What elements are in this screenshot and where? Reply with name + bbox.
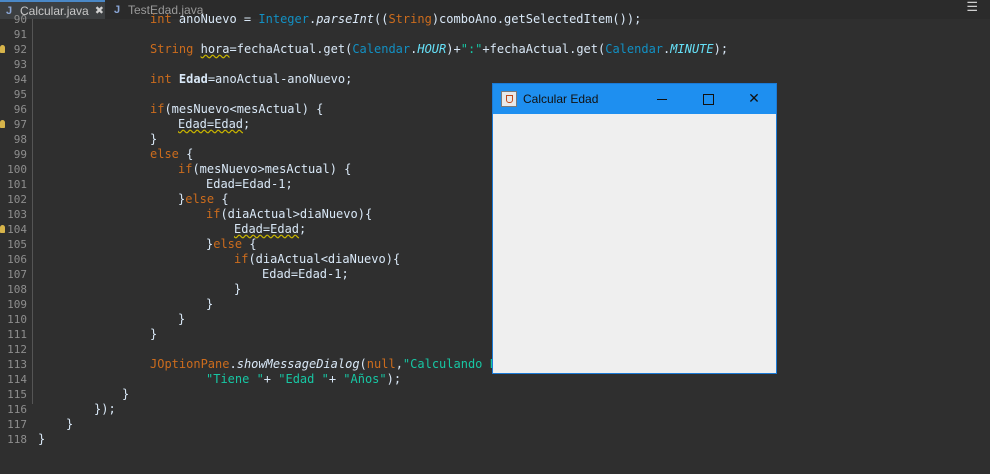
line-number: 96 xyxy=(13,103,27,116)
code-line: int Edad=anoActual-anoNuevo; xyxy=(150,72,353,86)
close-button[interactable]: ✕ xyxy=(731,84,777,114)
maximize-button[interactable] xyxy=(685,84,731,114)
fold-guide xyxy=(32,19,33,404)
line-number: 105 xyxy=(7,238,27,251)
line-number: 114 xyxy=(7,373,27,386)
code-line: String hora=fechaActual.get(Calendar.HOU… xyxy=(150,42,729,56)
line-number: 98 xyxy=(13,133,27,146)
maximize-icon xyxy=(702,93,714,105)
line-number: 102 xyxy=(7,193,27,206)
code-line: } xyxy=(234,282,242,296)
line-number: 91 xyxy=(13,28,27,41)
java-app-icon xyxy=(501,91,517,107)
line-number: 112 xyxy=(7,343,27,356)
minimize-icon xyxy=(657,99,667,100)
code-line: } xyxy=(178,312,186,326)
code-line: JOptionPane.showMessageDialog(null,"Calc… xyxy=(150,357,505,371)
code-line: } xyxy=(66,417,74,431)
line-number: 110 xyxy=(7,313,27,326)
warning-lightbulb-icon[interactable] xyxy=(0,120,5,128)
line-number: 101 xyxy=(7,178,27,191)
code-line: if(mesNuevo<mesActual) { xyxy=(150,102,324,116)
java-file-icon: J xyxy=(113,3,121,16)
code-line: if(diaActual>diaNuevo){ xyxy=(206,207,373,221)
line-number: 99 xyxy=(13,148,27,161)
window-title: Calcular Edad xyxy=(523,92,599,106)
code-line: int anoNuevo = Integer.parseInt((String)… xyxy=(150,12,642,26)
line-number-gutter: 90 91 92 93 94 95 96 97 98 99 100 101 10… xyxy=(0,13,30,474)
line-number: 94 xyxy=(13,73,27,86)
code-line: if(diaActual<diaNuevo){ xyxy=(234,252,401,266)
warning-lightbulb-icon[interactable] xyxy=(0,225,5,233)
line-number: 100 xyxy=(7,163,27,176)
close-tab-icon[interactable]: ✖ xyxy=(95,4,104,17)
line-number: 116 xyxy=(7,403,27,416)
code-line: else { xyxy=(150,147,194,161)
line-number: 90 xyxy=(13,13,27,26)
code-line: "Tiene "+ "Edad "+ "Años"); xyxy=(206,372,402,386)
code-line: } xyxy=(122,387,130,401)
line-number: 93 xyxy=(13,58,27,71)
line-number: 106 xyxy=(7,253,27,266)
view-menu-icon[interactable]: ☰ xyxy=(966,0,978,14)
line-number: 109 xyxy=(7,298,27,311)
code-line: } xyxy=(150,327,158,341)
code-line: Edad=Edad-1; xyxy=(206,177,293,191)
line-number: 107 xyxy=(7,268,27,281)
window-content xyxy=(493,114,776,373)
code-line: } xyxy=(38,432,46,446)
line-number: 95 xyxy=(13,88,27,101)
tab-label: Calcular.java xyxy=(20,3,89,18)
line-number: 115 xyxy=(7,388,27,401)
code-line: if(mesNuevo>mesActual) { xyxy=(178,162,352,176)
code-line: }); xyxy=(94,402,116,416)
minimize-button[interactable] xyxy=(639,84,685,114)
line-number: 118 xyxy=(7,433,27,446)
calcular-edad-window[interactable]: Calcular Edad ✕ xyxy=(492,83,777,374)
code-line: }else { xyxy=(206,237,257,251)
warning-lightbulb-icon[interactable] xyxy=(0,45,5,53)
code-line: Edad=Edad-1; xyxy=(262,267,349,281)
line-number: 111 xyxy=(7,328,27,341)
code-line: Edad=Edad; xyxy=(234,222,307,236)
code-line: } xyxy=(150,132,158,146)
code-line: }else { xyxy=(178,192,229,206)
line-number: 117 xyxy=(7,418,27,431)
code-line: } xyxy=(206,297,214,311)
window-titlebar[interactable]: Calcular Edad ✕ xyxy=(493,84,776,114)
line-number: 103 xyxy=(7,208,27,221)
line-number: 108 xyxy=(7,283,27,296)
code-line: Edad=Edad; xyxy=(178,117,251,131)
line-number: 113 xyxy=(7,358,27,371)
